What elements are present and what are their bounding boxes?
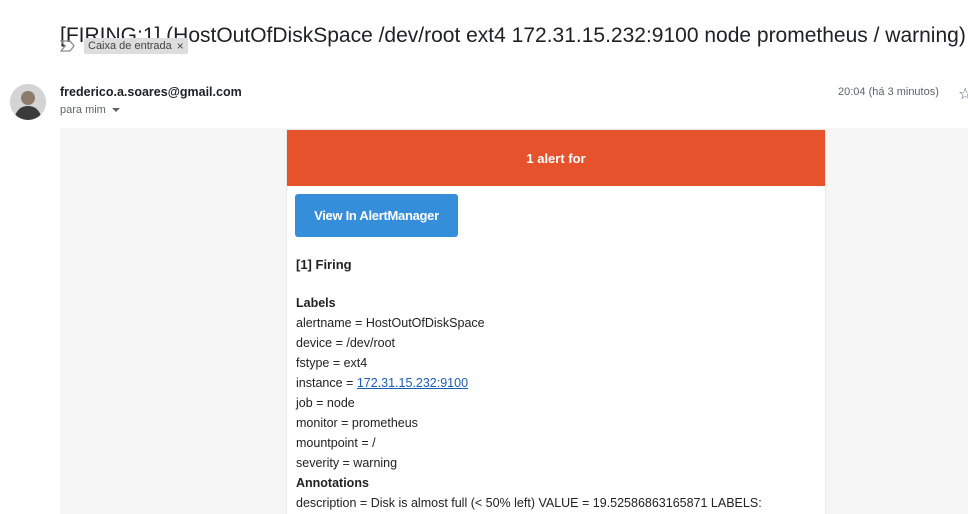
- email-subject: [FIRING:1] (HostOutOfDiskSpace /dev/root…: [60, 24, 966, 48]
- firing-heading: [1] Firing: [296, 257, 352, 272]
- alert-email-card: 1 alert for View In AlertManager [1] Fir…: [286, 129, 826, 514]
- inbox-label-text: Caixa de entrada: [88, 40, 172, 52]
- annotations-heading: Annotations: [296, 476, 369, 490]
- label-line: device = /dev/root: [296, 336, 396, 350]
- remove-label-icon[interactable]: ×: [177, 38, 184, 54]
- chevron-down-icon[interactable]: [111, 108, 120, 112]
- recipient-label: para mim: [60, 104, 106, 116]
- label-line: severity = warning: [296, 456, 398, 470]
- label-line: fstype = ext4: [296, 356, 368, 370]
- label-line: job = node: [296, 396, 355, 410]
- label-line: mountpoint = /: [296, 436, 376, 450]
- instance-label-line: instance = 172.31.15.232:9100: [296, 373, 816, 393]
- labels-heading: Labels: [296, 296, 336, 310]
- alert-details: [1] Firing Labels alertname = HostOutOfD…: [296, 255, 816, 513]
- description-line: description = Disk is almost full (< 50%…: [296, 496, 762, 510]
- alert-banner: 1 alert for: [287, 130, 825, 186]
- message-timestamp: 20:04 (há 3 minutos): [838, 86, 939, 98]
- instance-key: instance =: [296, 376, 357, 390]
- importance-marker-icon[interactable]: [59, 39, 76, 53]
- star-icon[interactable]: ☆: [958, 84, 968, 104]
- label-line: alertname = HostOutOfDiskSpace: [296, 316, 485, 330]
- recipient-details[interactable]: para mim: [60, 104, 120, 116]
- sender-email[interactable]: frederico.a.soares@gmail.com: [60, 85, 242, 99]
- view-in-alertmanager-button[interactable]: View In AlertManager: [295, 194, 458, 237]
- instance-link[interactable]: 172.31.15.232:9100: [357, 376, 468, 390]
- alert-banner-text: 1 alert for: [526, 150, 586, 166]
- label-row: Caixa de entrada ×: [59, 37, 188, 55]
- inbox-label-chip[interactable]: Caixa de entrada ×: [84, 38, 188, 54]
- gmail-message-view: [FIRING:1] (HostOutOfDiskSpace /dev/root…: [0, 0, 968, 514]
- sender-avatar[interactable]: [10, 84, 46, 120]
- label-line: monitor = prometheus: [296, 416, 418, 430]
